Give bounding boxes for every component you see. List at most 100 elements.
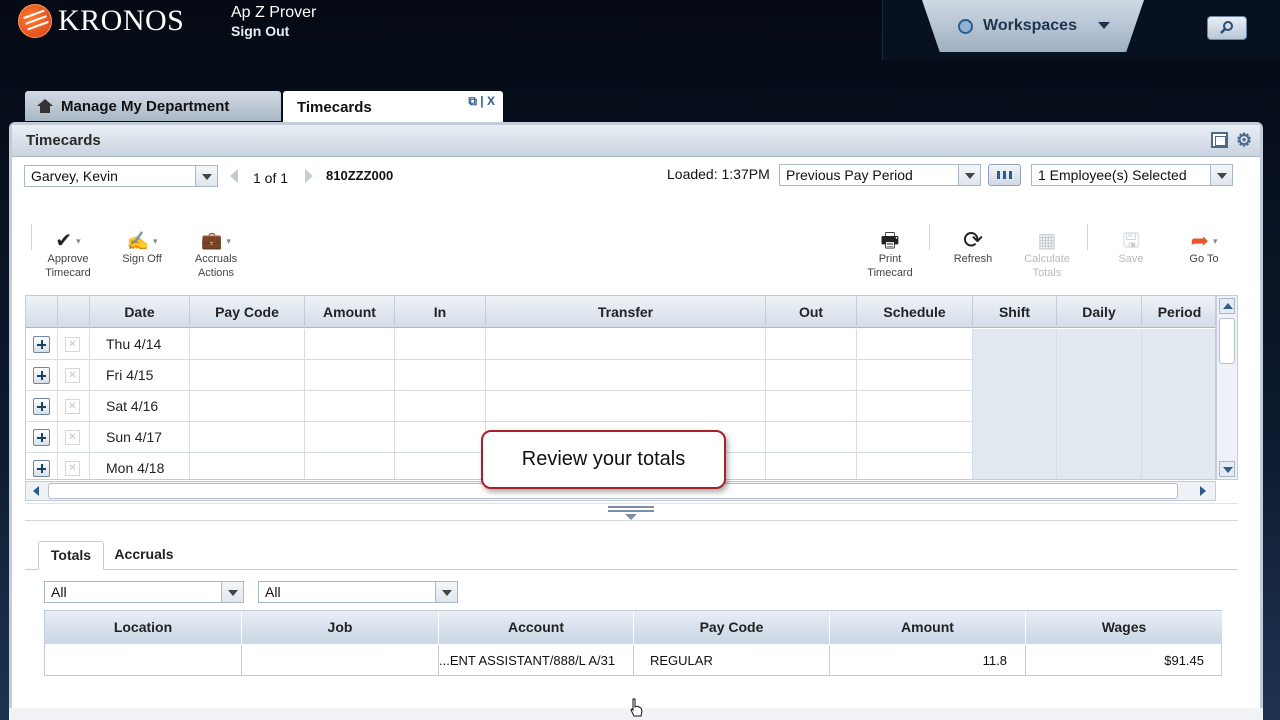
grid-cell[interactable] — [486, 329, 766, 360]
grid-cell[interactable] — [857, 453, 973, 479]
sign-out-link[interactable]: Sign Out — [231, 23, 316, 39]
tab-manage-my-department[interactable]: Manage My Department — [25, 91, 281, 121]
grid-cell[interactable] — [857, 360, 973, 391]
grid-cell[interactable] — [1142, 391, 1215, 422]
grid-cell[interactable] — [486, 391, 766, 422]
workspaces-button[interactable]: Workspaces — [922, 0, 1144, 52]
column-header-shift[interactable]: Shift — [973, 296, 1057, 328]
previous-employee-button[interactable] — [230, 169, 238, 183]
sign-off-button[interactable]: ✍ ▾ Sign Off — [112, 222, 172, 266]
grid-cell[interactable] — [190, 453, 305, 479]
column-header-amount[interactable]: Amount — [305, 296, 395, 328]
grid-cell[interactable] — [190, 422, 305, 453]
search-button[interactable] — [1207, 16, 1247, 40]
grid-cell[interactable] — [857, 391, 973, 422]
grid-cell[interactable] — [305, 391, 395, 422]
grid-cell[interactable] — [766, 391, 857, 422]
grid-cell[interactable] — [1057, 329, 1142, 360]
delete-row-icon[interactable]: ✕ — [65, 399, 80, 414]
grid-cell[interactable] — [1142, 329, 1215, 360]
delete-row-icon[interactable]: ✕ — [65, 368, 80, 383]
grid-cell[interactable] — [305, 422, 395, 453]
add-punch-icon[interactable] — [33, 398, 50, 415]
column-header-pay-code[interactable]: Pay Code — [190, 296, 305, 328]
grid-cell[interactable] — [1142, 422, 1215, 453]
column-header-out[interactable]: Out — [766, 296, 857, 328]
column-header-transfer[interactable]: Transfer — [486, 296, 766, 328]
splitter-handle-icon[interactable] — [608, 506, 654, 520]
print-timecard-button[interactable]: 🖶 Print Timecard — [860, 222, 920, 280]
grid-cell[interactable] — [1142, 360, 1215, 391]
grid-cell[interactable] — [395, 329, 486, 360]
grid-cell[interactable] — [395, 360, 486, 391]
column-header-in[interactable]: In — [395, 296, 486, 328]
grid-cell[interactable] — [305, 453, 395, 479]
tab-totals[interactable]: Totals — [38, 541, 104, 570]
employee-select[interactable]: Garvey, Kevin — [24, 165, 218, 187]
grid-cell[interactable] — [395, 391, 486, 422]
column-header-period[interactable]: Period — [1142, 296, 1215, 328]
grid-cell[interactable] — [190, 360, 305, 391]
grid-cell[interactable] — [395, 453, 486, 479]
grid-cell[interactable] — [857, 329, 973, 360]
scroll-down-icon[interactable] — [1219, 461, 1235, 477]
go-to-button[interactable]: ➦ ▾ Go To — [1174, 222, 1234, 266]
grid-cell[interactable] — [766, 422, 857, 453]
grid-cell[interactable] — [1142, 453, 1215, 479]
tab-timecards[interactable]: Timecards ⧉ | X — [283, 91, 503, 125]
location-filter-select[interactable]: All — [44, 581, 244, 603]
grid-cell[interactable] — [190, 391, 305, 422]
save-button[interactable]: 🖫 Save — [1106, 222, 1156, 266]
calculate-totals-button[interactable]: ▦ Calculate Totals — [1017, 222, 1077, 280]
scroll-left-icon[interactable] — [28, 483, 46, 499]
grid-cell[interactable] — [305, 329, 395, 360]
totals-header-account[interactable]: Account — [439, 611, 634, 644]
totals-header-location[interactable]: Location — [45, 611, 242, 644]
delete-row-icon[interactable]: ✕ — [65, 337, 80, 352]
refresh-button[interactable]: ⟳ Refresh — [943, 222, 1003, 266]
totals-header-amount[interactable]: Amount — [830, 611, 1026, 644]
next-employee-button[interactable] — [305, 169, 313, 183]
add-punch-icon[interactable] — [33, 336, 50, 353]
column-header-date[interactable]: Date — [90, 296, 190, 328]
add-punch-icon[interactable] — [33, 367, 50, 384]
tab-tools[interactable]: ⧉ | X — [468, 94, 495, 109]
grid-cell[interactable] — [305, 360, 395, 391]
add-punch-icon[interactable] — [33, 460, 50, 477]
panel-splitter[interactable] — [25, 503, 1238, 521]
grid-cell[interactable] — [1057, 453, 1142, 479]
grid-cell[interactable] — [973, 360, 1057, 391]
grid-cell[interactable] — [395, 422, 486, 453]
add-punch-icon[interactable] — [33, 429, 50, 446]
calendar-grid-button[interactable] — [988, 164, 1021, 186]
scroll-right-icon[interactable] — [1194, 483, 1212, 499]
column-header-schedule[interactable]: Schedule — [857, 296, 973, 328]
grid-cell[interactable] — [486, 360, 766, 391]
grid-cell[interactable] — [973, 391, 1057, 422]
vertical-scrollbar[interactable] — [1216, 295, 1238, 480]
approve-timecard-button[interactable]: ✔ ▾ Approve Timecard — [36, 222, 100, 280]
tab-accruals[interactable]: Accruals — [108, 541, 180, 570]
grid-cell[interactable] — [973, 453, 1057, 479]
grid-cell[interactable] — [973, 422, 1057, 453]
maximize-icon[interactable] — [1211, 132, 1228, 148]
totals-header-pay-code[interactable]: Pay Code — [634, 611, 830, 644]
column-header-daily[interactable]: Daily — [1057, 296, 1142, 328]
grid-cell[interactable] — [857, 422, 973, 453]
totals-header-job[interactable]: Job — [242, 611, 439, 644]
scroll-thumb[interactable] — [1219, 318, 1235, 364]
grid-cell[interactable] — [766, 453, 857, 479]
grid-cell[interactable] — [1057, 391, 1142, 422]
gear-icon[interactable]: ⚙ — [1236, 131, 1254, 150]
period-select[interactable]: Previous Pay Period — [779, 164, 981, 186]
grid-cell[interactable] — [766, 329, 857, 360]
grid-cell[interactable] — [766, 360, 857, 391]
delete-row-icon[interactable]: ✕ — [65, 430, 80, 445]
accruals-actions-button[interactable]: 💼 ▾ Accruals Actions — [186, 222, 246, 280]
employee-selection-select[interactable]: 1 Employee(s) Selected — [1031, 164, 1233, 186]
grid-cell[interactable] — [190, 329, 305, 360]
scroll-up-icon[interactable] — [1219, 298, 1235, 314]
job-filter-select[interactable]: All — [258, 581, 458, 603]
grid-cell[interactable] — [973, 329, 1057, 360]
totals-header-wages[interactable]: Wages — [1026, 611, 1222, 644]
